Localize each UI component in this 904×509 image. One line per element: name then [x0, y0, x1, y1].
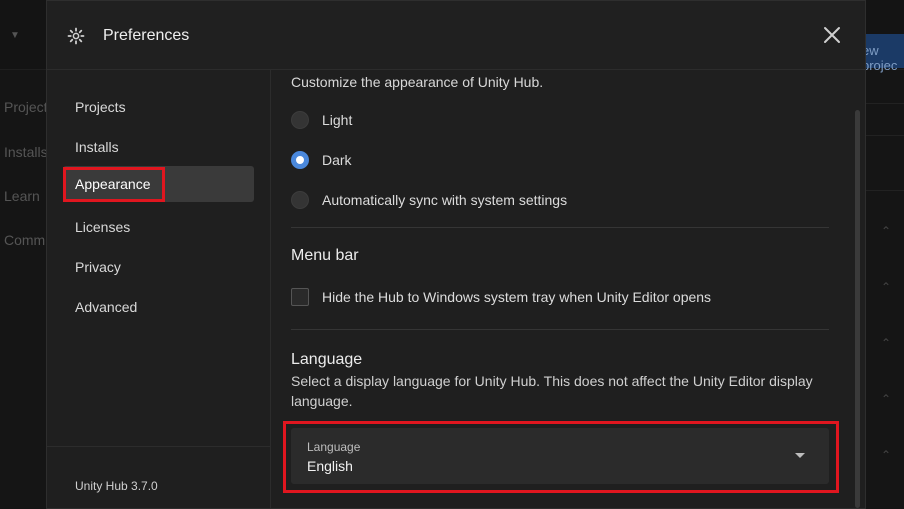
- sidebar-item-projects[interactable]: Projects: [63, 89, 254, 125]
- language-select[interactable]: Language English: [291, 428, 829, 484]
- radio-system-sync-label: Automatically sync with system settings: [322, 192, 568, 208]
- background-row-divider: [866, 190, 904, 191]
- radio-system-sync[interactable]: [291, 191, 309, 209]
- radio-dark[interactable]: [291, 151, 309, 169]
- background-nav-installs: Installs: [4, 144, 48, 160]
- language-select-label: Language: [307, 440, 361, 454]
- radio-dark-label: Dark: [322, 152, 352, 168]
- language-title: Language: [291, 351, 363, 368]
- appearance-panel: Customize the appearance of Unity Hub. L…: [272, 70, 865, 508]
- gear-icon: [67, 27, 85, 45]
- scrollbar[interactable]: [855, 110, 860, 508]
- chevron-down-icon: [795, 453, 805, 458]
- background-sidebar: Projects Installs Learn Community: [0, 70, 75, 509]
- section-divider: [291, 329, 829, 330]
- background-dropdown-icon: ▼: [10, 30, 20, 41]
- background-nav-learn: Learn: [4, 188, 40, 204]
- preferences-sidebar: Projects Installs Appearance Licenses Pr…: [47, 70, 271, 508]
- sidebar-item-licenses[interactable]: Licenses: [63, 209, 254, 245]
- background-row-divider: [866, 103, 904, 104]
- sidebar-item-privacy[interactable]: Privacy: [63, 249, 254, 285]
- section-divider: [291, 227, 829, 228]
- background-sort-icon: ⌃: [881, 392, 892, 406]
- close-icon[interactable]: [822, 25, 842, 45]
- sidebar-divider: [47, 446, 270, 447]
- menu-bar-title: Menu bar: [291, 247, 359, 264]
- sidebar-item-appearance[interactable]: Appearance: [63, 166, 254, 202]
- background-row-divider: [866, 135, 904, 136]
- version-label: Unity Hub 3.7.0: [75, 479, 158, 493]
- appearance-intro: Customize the appearance of Unity Hub.: [291, 74, 544, 90]
- background-sort-icon: ⌃: [881, 224, 892, 238]
- sidebar-item-advanced[interactable]: Advanced: [63, 289, 254, 325]
- preferences-dialog: Preferences Projects Installs Appearance…: [46, 0, 866, 509]
- language-description: Select a display language for Unity Hub.…: [291, 373, 813, 409]
- background-sort-icon: ⌃: [881, 336, 892, 350]
- sidebar-item-installs[interactable]: Installs: [63, 129, 254, 165]
- tray-checkbox[interactable]: [291, 288, 309, 306]
- dialog-header: Preferences: [47, 1, 865, 70]
- language-select-value: English: [307, 458, 353, 474]
- background-sort-icon: ⌃: [881, 280, 892, 294]
- dialog-title: Preferences: [103, 27, 190, 44]
- tray-checkbox-label[interactable]: Hide the Hub to Windows system tray when…: [322, 289, 711, 305]
- radio-light[interactable]: [291, 111, 309, 129]
- background-sort-icon: ⌃: [881, 448, 892, 462]
- radio-light-label: Light: [322, 112, 353, 128]
